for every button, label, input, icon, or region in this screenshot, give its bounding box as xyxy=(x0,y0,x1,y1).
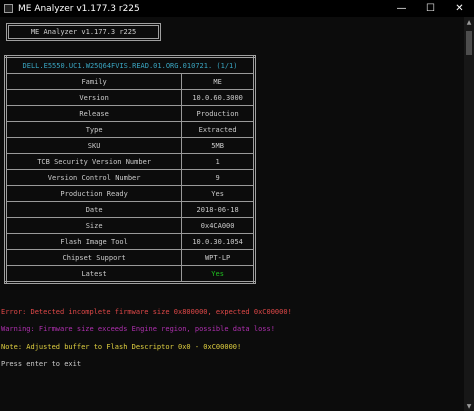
table-row: SKU 5MB xyxy=(4,137,255,154)
row-value: WPT-LP xyxy=(181,249,255,266)
row-value: 1 xyxy=(181,153,255,170)
row-label: Date xyxy=(4,201,183,218)
table-row: TCB Security Version Number 1 xyxy=(4,153,255,170)
row-label: Size xyxy=(4,217,183,234)
header-banner: ME Analyzer v1.177.3 r225 xyxy=(6,23,161,41)
row-label: Family xyxy=(4,73,183,90)
window-controls: — ☐ ✕ xyxy=(387,0,474,17)
console-output[interactable]: ME Analyzer v1.177.3 r225 DELL.E5550.UC1… xyxy=(0,17,464,411)
firmware-info-table: DELL.E5550.UC1.W25Q64FVIS.READ.01.ORG.01… xyxy=(4,55,256,284)
table-row: Latest Yes xyxy=(4,265,255,283)
warning-message: Warning: Firmware size exceeds Engine re… xyxy=(1,325,275,333)
close-button[interactable]: ✕ xyxy=(445,0,474,17)
table-row: Production Ready Yes xyxy=(4,185,255,202)
note-message: Note: Adjusted buffer to Flash Descripto… xyxy=(1,343,242,351)
row-value: 10.0.60.3000 xyxy=(181,89,255,106)
minimize-button[interactable]: — xyxy=(387,0,416,17)
table-row: Chipset Support WPT-LP xyxy=(4,249,255,266)
table-caption-row: DELL.E5550.UC1.W25Q64FVIS.READ.01.ORG.01… xyxy=(5,56,255,74)
title-bar[interactable]: ME Analyzer v1.177.3 r225 — ☐ ✕ xyxy=(0,0,474,17)
row-value: 0x4CA000 xyxy=(181,217,255,234)
row-label: SKU xyxy=(4,137,183,154)
row-value: Extracted xyxy=(181,121,255,138)
app-icon xyxy=(4,4,13,13)
header-text: ME Analyzer v1.177.3 r225 xyxy=(30,28,137,36)
table-caption: DELL.E5550.UC1.W25Q64FVIS.READ.01.ORG.01… xyxy=(5,56,255,74)
scroll-up-arrow-icon[interactable]: ▲ xyxy=(464,17,474,27)
table-row: Version Control Number 9 xyxy=(4,169,255,186)
latest-status-value: Yes xyxy=(181,265,255,283)
row-label: TCB Security Version Number xyxy=(4,153,183,170)
scroll-down-arrow-icon[interactable]: ▼ xyxy=(464,401,474,411)
row-value: 2018-06-18 xyxy=(181,201,255,218)
vertical-scrollbar[interactable]: ▲ ▼ xyxy=(464,17,474,411)
row-label: Chipset Support xyxy=(4,249,183,266)
row-label: Flash Image Tool xyxy=(4,233,183,250)
row-label: Release xyxy=(4,105,183,122)
row-label: Latest xyxy=(4,265,183,283)
row-value: 5MB xyxy=(181,137,255,154)
row-value: Production xyxy=(181,105,255,122)
table-row: Date 2018-06-18 xyxy=(4,201,255,218)
row-label: Production Ready xyxy=(4,185,183,202)
scroll-thumb[interactable] xyxy=(466,31,472,55)
row-value: 9 xyxy=(181,169,255,186)
table-row: Size 0x4CA000 xyxy=(4,217,255,234)
table-row: Family ME xyxy=(4,73,255,90)
table-row: Release Production xyxy=(4,105,255,122)
row-value: 10.0.30.1054 xyxy=(181,233,255,250)
exit-prompt: Press enter to exit xyxy=(1,360,82,368)
row-value: Yes xyxy=(181,185,255,202)
row-label: Type xyxy=(4,121,183,138)
row-label: Version Control Number xyxy=(4,169,183,186)
window-title: ME Analyzer v1.177.3 r225 xyxy=(18,3,140,14)
table-row: Flash Image Tool 10.0.30.1054 xyxy=(4,233,255,250)
table-row: Type Extracted xyxy=(4,121,255,138)
table-row: Version 10.0.60.3000 xyxy=(4,89,255,106)
error-message: Error: Detected incomplete firmware size… xyxy=(1,308,292,316)
row-label: Version xyxy=(4,89,183,106)
maximize-button[interactable]: ☐ xyxy=(416,0,445,17)
row-value: ME xyxy=(181,73,255,90)
